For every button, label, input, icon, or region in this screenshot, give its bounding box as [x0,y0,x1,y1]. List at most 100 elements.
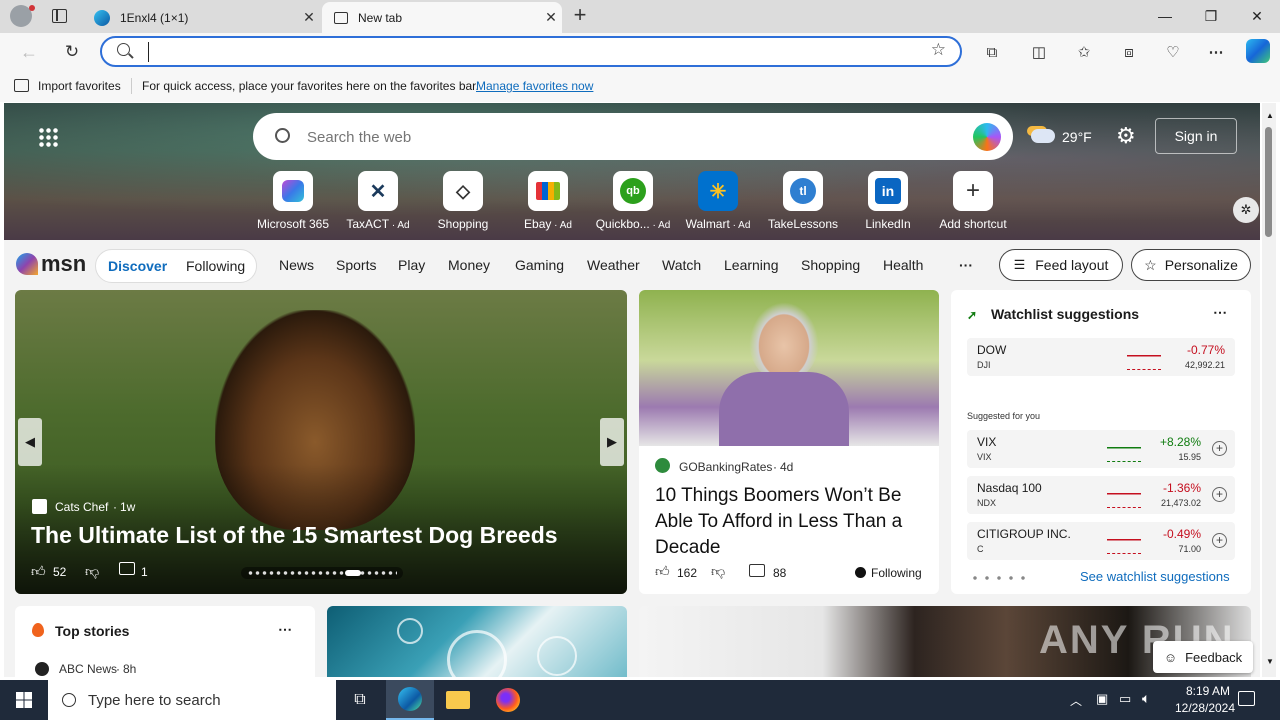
file-explorer-icon[interactable] [434,680,482,720]
settings-more-icon[interactable]: ⋯ [1205,41,1227,63]
shortcut-linkedin[interactable]: in LinkedIn [843,171,933,231]
minimize-button[interactable]: — [1142,0,1188,32]
page-scrollbar[interactable]: ▲ ▼ [1262,103,1276,677]
story-source[interactable]: ABC News [59,662,117,676]
task-view-icon[interactable]: ⧉ [336,680,384,720]
scrollbar-thumb[interactable] [1265,127,1272,237]
tab-1enxl4[interactable]: 1Enxl4 (1×1) ✕ [82,2,320,33]
address-input[interactable] [148,42,908,62]
story-source[interactable]: Cats Chef [55,500,108,514]
profile-icon[interactable] [10,5,35,27]
web-search-box[interactable] [253,113,1013,160]
weather-temp[interactable]: 29°F [1062,129,1092,145]
shortcut-takelessons[interactable]: tl TakeLessons [758,171,848,231]
app-launcher-icon[interactable] [38,127,58,147]
shortcut-taxact[interactable]: ✕ TaxACT · Ad [333,171,423,231]
close-icon[interactable]: ✕ [540,9,562,26]
story-source[interactable]: GOBankingRates [679,460,772,474]
shortcut-microsoft-365[interactable]: Microsoft 365 [248,171,338,231]
network-icon[interactable]: ▭ [1119,691,1131,707]
main-story-card[interactable]: ◀ ▶ Cats Chef · 1w The Ultimate List of … [15,290,627,594]
nav-shopping[interactable]: Shopping [801,257,860,273]
watchlist-more-icon[interactable]: ⋯ [1213,304,1227,321]
like-icon[interactable]: 👍︎ [655,563,670,580]
import-favorites-icon[interactable] [14,79,29,92]
shortcut-add[interactable]: + Add shortcut [928,171,1018,231]
feedback-button[interactable]: ☺ Feedback [1153,641,1253,673]
import-favorites-button[interactable]: Import favorites [38,79,121,93]
shortcut-ebay[interactable]: Ebay · Ad [503,171,593,231]
refresh-icon[interactable]: ↻ [61,41,83,63]
carousel-next-button[interactable]: ▶ [600,418,624,466]
shopping-story-card[interactable] [327,606,627,677]
watchlist-pager-dots[interactable] [969,575,1025,581]
copilot-icon[interactable] [1246,39,1270,63]
close-icon[interactable]: ✕ [298,9,320,26]
nav-weather[interactable]: Weather [587,257,640,273]
start-button[interactable] [0,680,48,720]
nav-gaming[interactable]: Gaming [515,257,564,273]
carousel-dots[interactable] [241,567,403,579]
comment-icon[interactable] [749,564,765,577]
nav-watch[interactable]: Watch [662,257,701,273]
dislike-icon[interactable]: 👎︎ [85,563,99,580]
browser-essentials-icon[interactable]: ♡ [1162,41,1184,63]
collections-icon[interactable]: ⧈ [1118,41,1140,63]
favorites-icon[interactable]: ✩ [1073,41,1095,63]
clock-time[interactable]: 8:19 AM [1172,684,1244,698]
customize-background-icon[interactable]: ✲ [1233,197,1259,223]
tab-actions-icon[interactable] [52,9,67,23]
tray-chevron-icon[interactable]: ︿ [1070,692,1082,709]
nav-more-button[interactable]: ··· [959,257,973,273]
edge-taskbar-icon[interactable] [386,680,434,720]
side-story-card[interactable]: GOBankingRates · 4d 10 Things Boomers Wo… [639,290,939,594]
close-window-button[interactable]: ✕ [1234,0,1280,32]
add-to-watchlist-button[interactable]: + [1212,441,1227,456]
nav-sports[interactable]: Sports [336,257,376,273]
feed-layout-button[interactable]: ☰ Feed layout [999,249,1123,281]
volume-icon[interactable]: 🔈︎ [1142,690,1150,707]
nav-news[interactable]: News [279,257,314,273]
tab-discover[interactable]: Discover [108,258,167,274]
sign-in-button[interactable]: Sign in [1155,118,1237,154]
new-tab-button[interactable]: + [568,4,592,28]
tray-app-icon[interactable]: ▣ [1096,691,1108,707]
watchlist-row-nasdaq[interactable]: Nasdaq 100 NDX -1.36% 21,473.02 + [967,476,1235,514]
page-settings-icon[interactable]: ⚙ [1116,123,1136,149]
msn-logo[interactable]: msn [16,250,86,278]
address-bar[interactable]: ☆ [100,36,962,67]
story-title[interactable]: The Ultimate List of the 15 Smartest Dog… [31,522,558,549]
taskbar-search[interactable]: Type here to search [48,680,336,720]
weather-icon[interactable] [1031,129,1055,143]
copilot-search-icon[interactable] [973,123,1001,151]
restore-button[interactable]: ❐ [1188,0,1234,32]
carousel-prev-button[interactable]: ◀ [18,418,42,466]
top-stories-more-icon[interactable]: ⋯ [278,621,292,638]
like-icon[interactable]: 👍︎ [31,563,46,580]
nav-learning[interactable]: Learning [724,257,779,273]
clock-date[interactable]: 12/28/2024 [1165,701,1245,715]
web-search-input[interactable] [307,125,907,149]
add-to-watchlist-button[interactable]: + [1212,487,1227,502]
nav-play[interactable]: Play [398,257,425,273]
dislike-icon[interactable]: 👎︎ [711,563,725,580]
shortcut-walmart[interactable]: ✳ Walmart · Ad [673,171,763,231]
comment-icon[interactable] [119,562,135,575]
nav-health[interactable]: Health [883,257,923,273]
extensions-icon[interactable]: ⧉ [981,41,1003,63]
split-screen-icon[interactable]: ◫ [1028,41,1050,63]
back-icon[interactable]: ← [18,41,40,63]
firefox-icon[interactable] [484,680,532,720]
following-button[interactable]: Following [871,566,922,580]
nav-money[interactable]: Money [448,257,490,273]
favorite-star-icon[interactable]: ☆ [931,40,946,60]
tab-following[interactable]: Following [186,258,245,274]
story-title[interactable]: 10 Things Boomers Won’t Be Able To Affor… [655,483,931,561]
shortcut-shopping[interactable]: ◇ Shopping [418,171,508,231]
add-to-watchlist-button[interactable]: + [1212,533,1227,548]
watchlist-row-vix[interactable]: VIX VIX +8.28% 15.95 + [967,430,1235,468]
notifications-icon[interactable] [1238,691,1255,706]
manage-favorites-link[interactable]: Manage favorites now [476,79,593,93]
personalize-button[interactable]: ☆ Personalize [1131,249,1251,281]
tab-new-tab[interactable]: New tab ✕ [322,2,562,33]
